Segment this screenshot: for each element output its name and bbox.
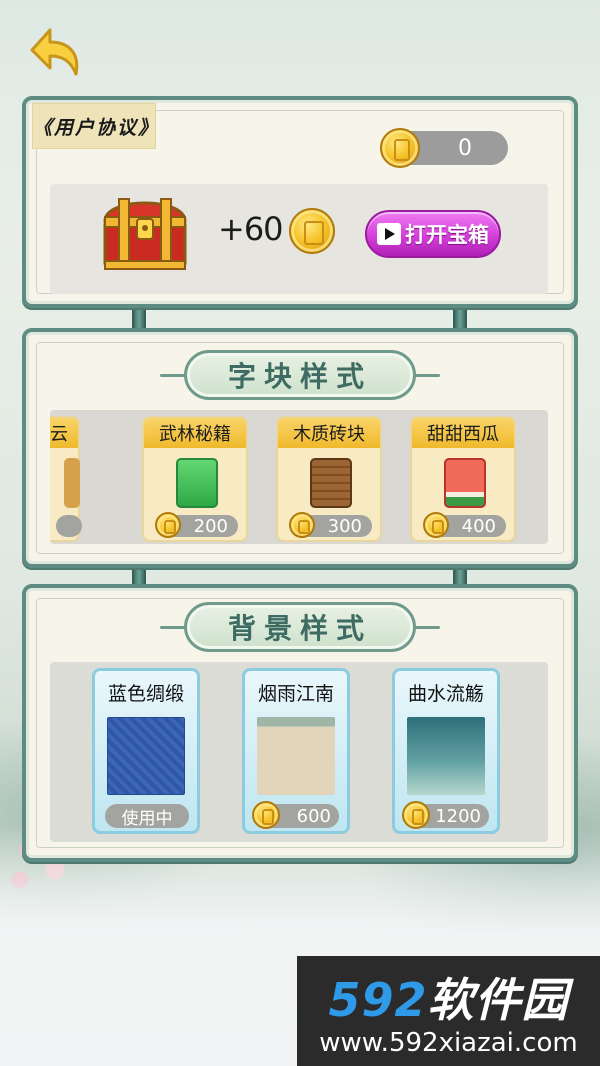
background-styles-shelf: 蓝色绸缎 使用中 烟雨江南 600 曲水流觞 1200 <box>50 662 548 842</box>
background-styles-title: 背景样式 <box>184 602 416 652</box>
block-tile-preview <box>310 458 352 508</box>
background-price: 600 <box>296 805 331 827</box>
back-button[interactable] <box>24 20 86 78</box>
block-style-card[interactable]: 武林秘籍 200 <box>142 416 248 542</box>
in-use-status: 使用中 <box>105 804 189 829</box>
background-style-card[interactable]: 曲水流觞 1200 <box>392 668 500 834</box>
background-price: 1200 <box>435 805 481 827</box>
block-styles-title: 字块样式 <box>184 350 416 400</box>
coin-balance-value: 0 <box>458 135 472 161</box>
block-style-card[interactable]: 甜甜西瓜 400 <box>410 416 516 542</box>
block-tile-preview <box>176 458 218 508</box>
video-play-icon <box>377 223 401 245</box>
background-thumbnail <box>257 717 335 795</box>
coin-icon <box>289 512 315 538</box>
coin-icon <box>402 801 430 829</box>
open-chest-button[interactable]: 打开宝箱 <box>365 210 501 258</box>
background-style-card[interactable]: 蓝色绸缎 使用中 <box>92 668 200 834</box>
user-agreement-link[interactable]: 《用户协议》 <box>32 103 157 149</box>
coin-icon <box>155 512 181 538</box>
coin-balance: 0 <box>380 128 508 168</box>
watermark-url: www.592xiazai.com <box>319 1028 578 1058</box>
block-tile-preview <box>64 458 80 508</box>
site-watermark: 592软件园 www.592xiazai.com <box>297 956 600 1066</box>
block-price: 200 <box>193 515 228 537</box>
chest-reward-amount: +60 <box>218 210 284 248</box>
block-tile-preview <box>444 458 486 508</box>
watermark-brand-text: 软件园 <box>427 973 569 1027</box>
watermark-brand-number: 592 <box>328 973 428 1027</box>
coin-icon <box>380 128 420 168</box>
background-thumbnail <box>107 717 185 795</box>
back-arrow-icon <box>30 28 79 76</box>
block-style-card[interactable]: 云 <box>50 416 82 542</box>
treasure-chest-icon <box>97 183 193 279</box>
block-styles-shelf: 云 武林秘籍 200 木质砖块 300 甜甜西瓜 400 <box>50 410 548 544</box>
coin-icon <box>289 208 335 254</box>
block-price: 400 <box>461 515 496 537</box>
background-style-card[interactable]: 烟雨江南 600 <box>242 668 350 834</box>
block-price: 300 <box>327 515 362 537</box>
block-style-card[interactable]: 木质砖块 300 <box>276 416 382 542</box>
coin-icon <box>252 801 280 829</box>
open-chest-label: 打开宝箱 <box>405 223 489 247</box>
coin-icon <box>423 512 449 538</box>
background-thumbnail <box>407 717 485 795</box>
